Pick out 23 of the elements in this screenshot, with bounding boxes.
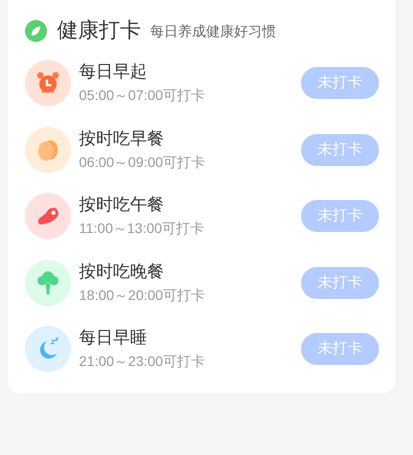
task-time: 18:00～20:00可打卡 <box>79 286 206 305</box>
moon-icon <box>25 326 71 372</box>
broccoli-icon <box>25 260 71 306</box>
leaf-icon <box>25 20 47 42</box>
task-title: 每日早睡 <box>79 327 148 350</box>
task-time: 21:00～23:00可打卡 <box>79 352 206 372</box>
task-title: 每日早起 <box>79 61 148 84</box>
check-in-button[interactable]: 未打卡 <box>301 266 379 299</box>
check-in-button[interactable]: 未打卡 <box>301 134 379 166</box>
card-subtitle: 每日养成健康好习惯 <box>150 22 276 40</box>
check-in-button[interactable]: 未打卡 <box>301 67 379 100</box>
card-title: 健康打卡 <box>57 18 141 44</box>
task-title: 按时吃早餐 <box>79 128 165 150</box>
task-title: 按时吃午餐 <box>79 194 165 216</box>
steak-icon <box>25 193 71 240</box>
task-time: 05:00～07:00可打卡 <box>79 86 206 106</box>
check-in-button[interactable]: 未打卡 <box>301 200 379 232</box>
task-title: 按时吃晚餐 <box>79 260 165 283</box>
task-time: 06:00～09:00可打卡 <box>79 152 206 172</box>
egg-icon <box>25 126 71 173</box>
task-time: 11:00～13:00可打卡 <box>79 219 206 238</box>
alarm-clock-icon <box>25 60 71 106</box>
check-in-button[interactable]: 未打卡 <box>301 333 379 366</box>
